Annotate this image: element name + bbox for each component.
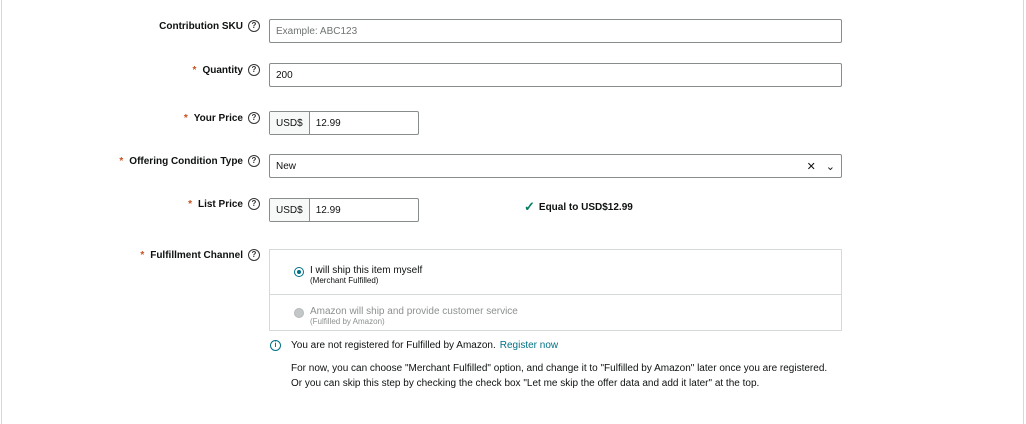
your-price-value: 12.99 [315, 117, 341, 129]
required-asterisk: * [192, 64, 197, 76]
condition-select[interactable]: New ✕ ⌄ [269, 154, 842, 178]
option-label: Amazon will ship and provide customer se… [310, 306, 518, 317]
sku-label: Contribution SKU ? [159, 20, 260, 32]
list-price-value: 12.99 [315, 204, 341, 216]
required-asterisk: * [188, 198, 192, 210]
fulfillment-options: I will ship this item myself (Merchant F… [269, 249, 842, 331]
register-now-link[interactable]: Register now [500, 340, 558, 351]
radio-disabled [294, 308, 304, 318]
help-icon[interactable]: ? [248, 64, 260, 76]
currency-prefix: USD$ [270, 199, 310, 221]
clear-icon[interactable]: ✕ [807, 160, 816, 173]
quantity-value: 200 [276, 69, 293, 81]
quantity-input[interactable]: 200 [269, 63, 842, 87]
required-asterisk: * [119, 155, 124, 167]
fulfillment-label: * Fulfillment Channel ? [140, 249, 260, 261]
info-paragraph: For now, you can choose "Merchant Fulfil… [291, 363, 828, 389]
help-icon[interactable]: ? [248, 112, 260, 124]
help-icon[interactable]: ? [248, 155, 260, 167]
page-frame-right [1023, 0, 1024, 424]
info-icon: i [270, 340, 281, 351]
currency-prefix: USD$ [270, 112, 310, 134]
option-label: I will ship this item myself [310, 265, 423, 276]
help-icon[interactable]: ? [248, 249, 260, 261]
quantity-label: * Quantity ? [193, 64, 260, 76]
fba-info: i You are not registered for Fulfilled b… [270, 340, 558, 351]
sku-placeholder: Example: ABC123 [276, 25, 358, 37]
help-icon[interactable]: ? [248, 20, 260, 32]
option-merchant-fulfilled[interactable]: I will ship this item myself (Merchant F… [294, 265, 422, 285]
list-price-label: * List Price ? [188, 198, 260, 210]
radio-selected[interactable] [294, 267, 304, 277]
checkmark-icon: ✓ [524, 199, 535, 214]
option-sublabel: (Merchant Fulfilled) [310, 276, 379, 285]
chevron-down-icon[interactable]: ⌄ [826, 160, 835, 173]
your-price-input[interactable]: USD$ 12.99 [269, 111, 419, 135]
required-asterisk: * [140, 249, 145, 261]
condition-value: New [276, 160, 297, 172]
list-price-input[interactable]: USD$ 12.99 [269, 198, 419, 222]
divider [270, 294, 841, 295]
option-fulfilled-by-amazon: Amazon will ship and provide customer se… [294, 306, 518, 326]
condition-label: * Offering Condition Type ? [119, 155, 260, 167]
your-price-label: * Your Price ? [184, 112, 260, 124]
required-asterisk: * [183, 112, 188, 124]
help-icon[interactable]: ? [248, 198, 260, 210]
page-frame-left [1, 0, 2, 424]
equal-note: ✓ Equal to USD$12.99 [524, 199, 633, 214]
sku-input[interactable]: Example: ABC123 [269, 19, 842, 43]
option-sublabel: (Fulfilled by Amazon) [310, 317, 385, 326]
info-text: You are not registered for Fulfilled by … [291, 340, 496, 351]
